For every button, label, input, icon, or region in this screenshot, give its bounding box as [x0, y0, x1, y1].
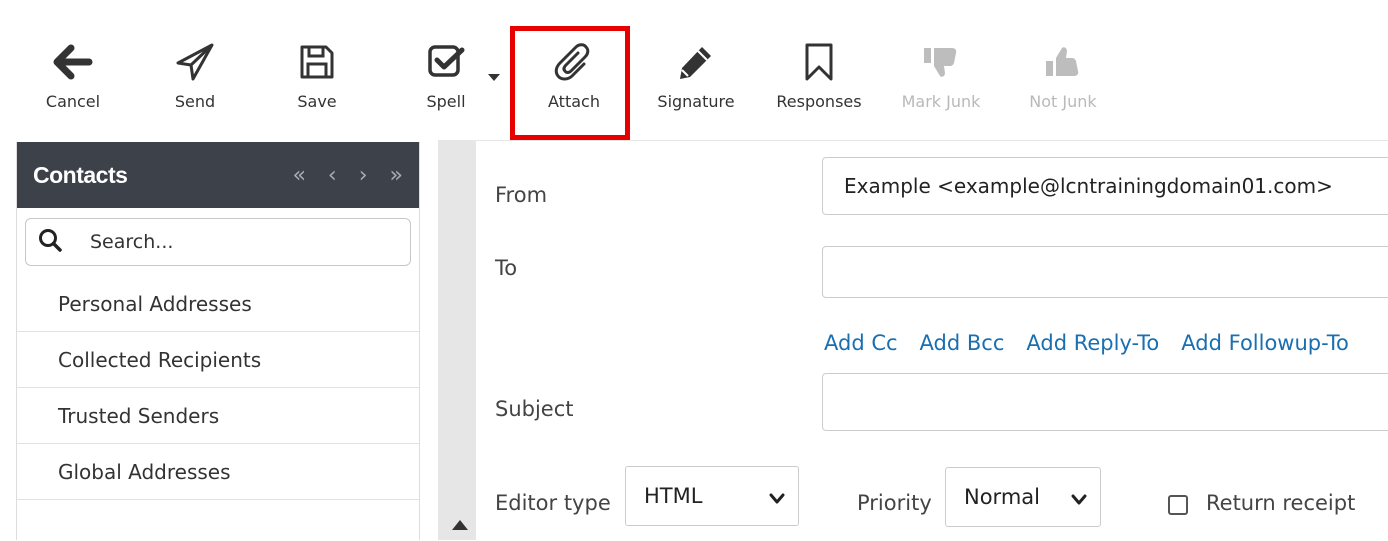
add-reply-to-link[interactable]: Add Reply-To: [1026, 331, 1159, 355]
recipient-links: Add Cc Add Bcc Add Reply-To Add Followup…: [824, 331, 1349, 355]
paper-plane-icon: [173, 40, 217, 84]
contacts-search-input[interactable]: [88, 230, 382, 254]
chevron-down-icon: [1070, 488, 1088, 512]
cancel-label: Cancel: [45, 92, 101, 111]
check-square-icon: [424, 40, 468, 84]
contacts-search-box: [25, 218, 411, 266]
add-cc-link[interactable]: Add Cc: [824, 331, 898, 355]
subject-input[interactable]: [822, 373, 1388, 431]
priority-select[interactable]: Normal: [945, 467, 1101, 527]
chevron-down-icon: [768, 487, 786, 511]
pencil-icon: [674, 40, 718, 84]
from-label: From: [495, 183, 548, 207]
panel-splitter[interactable]: [438, 140, 476, 540]
thumbs-up-icon: [1041, 40, 1085, 84]
thumbs-down-icon: [919, 40, 963, 84]
to-input[interactable]: [822, 246, 1388, 298]
collapse-up-icon[interactable]: [452, 520, 468, 530]
priority-value: Normal: [964, 485, 1040, 509]
responses-button[interactable]: Responses: [769, 40, 869, 120]
address-book-list: Personal Addresses Collected Recipients …: [17, 276, 419, 500]
subject-label: Subject: [495, 397, 574, 421]
last-page-icon[interactable]: »: [390, 163, 403, 188]
contacts-header: Contacts « ‹ › »: [17, 142, 419, 208]
add-bcc-link[interactable]: Add Bcc: [920, 331, 1005, 355]
compose-toolbar: Cancel Send Save Spell Attach Signature: [0, 0, 1388, 140]
spell-label: Spell: [426, 92, 466, 111]
return-receipt-checkbox[interactable]: [1168, 495, 1188, 515]
editor-type-label: Editor type: [495, 491, 611, 515]
address-book-trusted-senders[interactable]: Trusted Senders: [17, 388, 419, 444]
contacts-pager: « ‹ › »: [292, 163, 403, 188]
responses-label: Responses: [776, 92, 862, 111]
cancel-button[interactable]: Cancel: [23, 40, 123, 120]
send-button[interactable]: Send: [145, 40, 245, 120]
return-receipt-label: Return receipt: [1206, 491, 1356, 515]
spell-dropdown-caret-icon[interactable]: [485, 66, 503, 86]
address-book-personal[interactable]: Personal Addresses: [17, 276, 419, 332]
mark-junk-button[interactable]: Mark Junk: [891, 40, 991, 120]
attach-label: Attach: [548, 92, 600, 111]
attach-button[interactable]: Attach: [524, 40, 624, 120]
not-junk-button[interactable]: Not Junk: [1013, 40, 1113, 120]
compose-form: From Example <example@lcntrainingdomain0…: [476, 140, 1388, 541]
search-icon: [38, 228, 62, 256]
signature-label: Signature: [657, 92, 735, 111]
contacts-title: Contacts: [33, 161, 128, 188]
first-page-icon[interactable]: «: [292, 163, 305, 188]
save-label: Save: [297, 92, 337, 111]
spell-button[interactable]: Spell: [396, 40, 496, 120]
bookmark-icon: [797, 40, 841, 84]
floppy-disk-icon: [295, 40, 339, 84]
from-select[interactable]: Example <example@lcntrainingdomain01.com…: [822, 157, 1388, 215]
mark-junk-label: Mark Junk: [901, 92, 981, 111]
editor-type-value: HTML: [644, 484, 703, 508]
priority-label: Priority: [857, 491, 932, 515]
send-label: Send: [174, 92, 216, 111]
add-followup-to-link[interactable]: Add Followup-To: [1181, 331, 1349, 355]
signature-button[interactable]: Signature: [646, 40, 746, 120]
address-book-collected-recipients[interactable]: Collected Recipients: [17, 332, 419, 388]
next-page-icon[interactable]: ›: [359, 163, 368, 188]
arrow-left-icon: [51, 40, 95, 84]
contacts-panel: Contacts « ‹ › » Personal Addresses Coll…: [16, 142, 420, 540]
paperclip-icon: [552, 40, 596, 84]
address-book-global[interactable]: Global Addresses: [17, 444, 419, 500]
save-button[interactable]: Save: [267, 40, 367, 120]
to-label: To: [495, 256, 518, 280]
editor-type-select[interactable]: HTML: [625, 466, 799, 526]
previous-page-icon[interactable]: ‹: [328, 163, 337, 188]
not-junk-label: Not Junk: [1029, 92, 1097, 111]
